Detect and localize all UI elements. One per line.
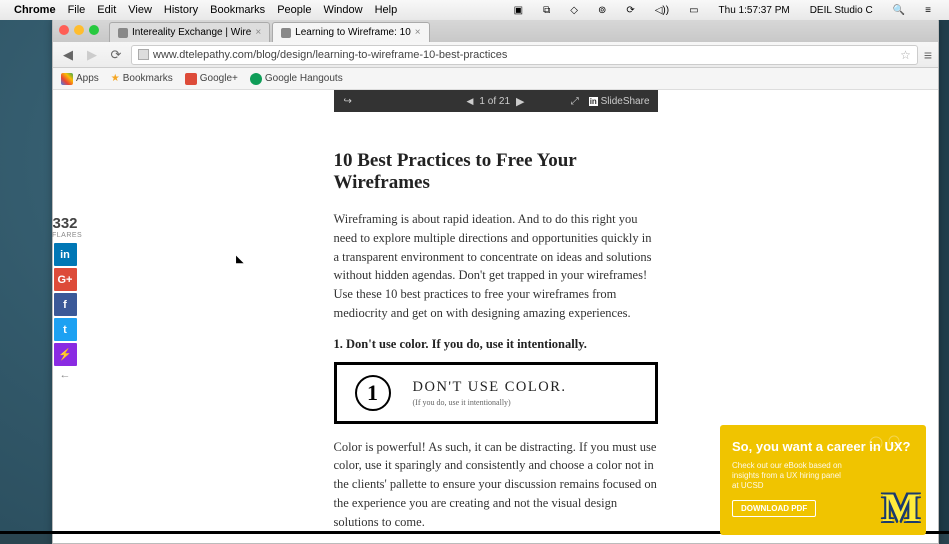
wifi-icon[interactable]: ⊚	[598, 5, 606, 16]
menu-history[interactable]: History	[164, 4, 198, 16]
tab-strip: Intereality Exchange | Wire × Learning t…	[53, 18, 938, 42]
menu-help[interactable]: Help	[375, 4, 398, 16]
michigan-logo: M	[882, 484, 920, 531]
bookmark-star-icon[interactable]: ☆	[900, 48, 911, 62]
flare-count: 332	[52, 215, 78, 232]
tab-title: Intereality Exchange | Wire	[132, 27, 251, 38]
intro-paragraph: Wireframing is about rapid ideation. And…	[334, 210, 658, 323]
download-popup: So, you want a career in UX? Check out o…	[720, 425, 926, 535]
mac-menu-bar: Chrome File Edit View History Bookmarks …	[0, 0, 949, 20]
page-icon	[138, 49, 149, 60]
slide-counter: 1 of 21	[479, 96, 510, 107]
share-googleplus-button[interactable]: G+	[54, 268, 77, 291]
share-facebook-button[interactable]: f	[54, 293, 77, 316]
download-pdf-button[interactable]: DOWNLOAD PDF	[732, 500, 816, 517]
tip-1-title: DON'T USE COLOR.	[413, 379, 567, 396]
menu-file[interactable]: File	[68, 4, 86, 16]
popup-desc: Check out our eBook based on insights fr…	[732, 461, 842, 492]
share-icon[interactable]: ↪	[334, 96, 362, 107]
tip-1-label: 1. Don't use color. If you do, use it in…	[334, 337, 658, 352]
dropbox-icon[interactable]: ⧉	[543, 5, 550, 16]
address-bar: ◀ ▶ ⟳ www.dtelepathy.com/blog/design/lea…	[53, 42, 938, 68]
notifications-icon[interactable]: ≡	[925, 5, 931, 16]
social-share-bar: 332 FLARES in G+ f t ⚡ ←	[52, 215, 78, 381]
url-input[interactable]: www.dtelepathy.com/blog/design/learning-…	[131, 45, 918, 65]
share-flare-button[interactable]: ⚡	[54, 343, 77, 366]
clock[interactable]: Thu 1:57:37 PM	[719, 5, 790, 16]
sync-icon[interactable]: ◇	[570, 5, 578, 16]
close-tab-icon[interactable]: ×	[255, 27, 261, 38]
bookmark-hangouts[interactable]: Google Hangouts	[250, 73, 343, 85]
url-text: www.dtelepathy.com/blog/design/learning-…	[153, 49, 507, 61]
tip-1-box: 1 DON'T USE COLOR. (If you do, use it in…	[334, 362, 658, 424]
circle-icon[interactable]: ⟳	[626, 5, 634, 16]
page-viewport[interactable]: ↪ ◀ 1 of 21 ▶ ⤢ in SlideShare 10 Best Pr…	[53, 90, 938, 543]
chrome-window: Intereality Exchange | Wire × Learning t…	[52, 17, 939, 544]
favicon-icon	[281, 28, 291, 38]
bookmarks-folder[interactable]: ★Bookmarks	[111, 73, 173, 84]
share-twitter-button[interactable]: t	[54, 318, 77, 341]
article-heading: 10 Best Practices to Free Your Wireframe…	[334, 150, 658, 194]
next-slide-button[interactable]: ▶	[516, 95, 524, 108]
flare-label: FLARES	[52, 232, 78, 239]
favicon-icon	[118, 28, 128, 38]
tip-1-paragraph: Color is powerful! As such, it can be di…	[334, 438, 658, 532]
forward-button[interactable]: ▶	[83, 46, 101, 64]
close-tab-icon[interactable]: ×	[415, 27, 421, 38]
volume-icon[interactable]: ◁))	[655, 5, 669, 16]
minimize-window-button[interactable]	[74, 25, 84, 35]
maximize-window-button[interactable]	[89, 25, 99, 35]
chrome-menu-button[interactable]: ≡	[924, 47, 932, 63]
tab-learning-wireframe[interactable]: Learning to Wireframe: 10 ×	[272, 22, 429, 42]
prev-slide-button[interactable]: ◀	[467, 96, 474, 107]
tip-1-number: 1	[355, 375, 391, 411]
reload-button[interactable]: ⟳	[107, 46, 125, 64]
tip-1-subtitle: (If you do, use it intentionally)	[413, 398, 567, 407]
window-controls	[59, 25, 99, 35]
slideshare-toolbar: ↪ ◀ 1 of 21 ▶ ⤢ in SlideShare	[334, 90, 658, 112]
menu-window[interactable]: Window	[323, 4, 362, 16]
bookmarks-bar: Apps ★Bookmarks Google+ Google Hangouts	[53, 68, 938, 90]
menu-people[interactable]: People	[277, 4, 311, 16]
menu-bookmarks[interactable]: Bookmarks	[210, 4, 265, 16]
apps-shortcut[interactable]: Apps	[61, 73, 99, 85]
battery-icon[interactable]: ▭	[689, 5, 698, 16]
close-window-button[interactable]	[59, 25, 69, 35]
back-button[interactable]: ◀	[59, 46, 77, 64]
tab-title: Learning to Wireframe: 10	[295, 27, 411, 38]
screencast-icon[interactable]: ▣	[514, 5, 523, 16]
tab-intereality[interactable]: Intereality Exchange | Wire ×	[109, 22, 270, 42]
collapse-arrow-icon[interactable]: ←	[52, 369, 78, 381]
mouse-cursor: ◣	[236, 254, 244, 265]
spotlight-icon[interactable]: 🔍	[893, 5, 905, 16]
slideshare-link[interactable]: in SlideShare	[589, 96, 650, 107]
menu-app[interactable]: Chrome	[14, 4, 56, 16]
fullscreen-icon[interactable]: ⤢	[571, 96, 579, 107]
menu-edit[interactable]: Edit	[97, 4, 116, 16]
user-name[interactable]: DEIL Studio C	[810, 5, 873, 16]
menu-view[interactable]: View	[128, 4, 152, 16]
share-linkedin-button[interactable]: in	[54, 243, 77, 266]
bookmark-google-plus[interactable]: Google+	[185, 73, 238, 85]
article-body: 10 Best Practices to Free Your Wireframe…	[334, 150, 658, 543]
